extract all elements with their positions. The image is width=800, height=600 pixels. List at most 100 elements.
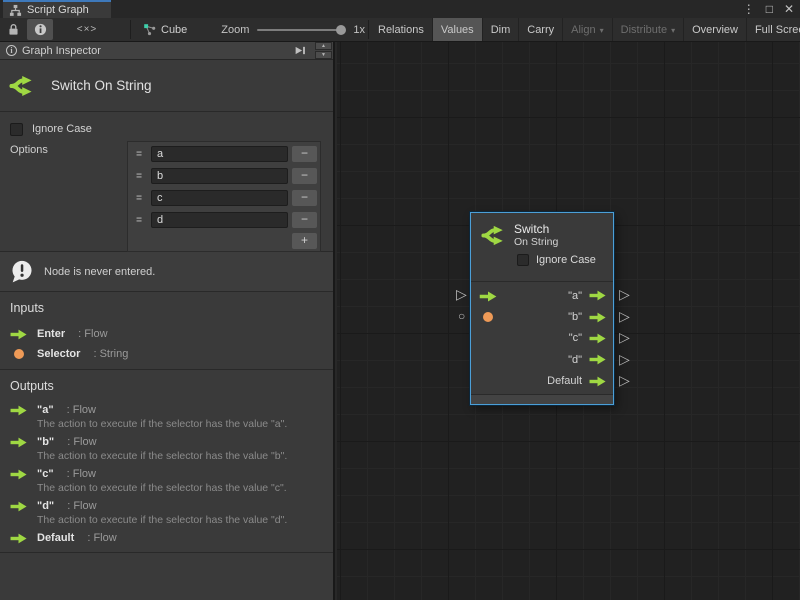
port-name: "d" <box>37 500 54 512</box>
flow-arrow-icon[interactable] <box>589 376 606 387</box>
graph-inspector-header: i Graph Inspector ▲ ▼ <box>0 42 333 60</box>
port-type: Flow <box>73 404 96 416</box>
values-button[interactable]: Values <box>433 18 483 41</box>
overview-label: Overview <box>692 24 738 36</box>
port-label: "b" <box>568 311 582 323</box>
port-name: Selector <box>37 348 80 360</box>
options-list-footer: + <box>129 231 319 250</box>
port-description: The action to execute if the selector ha… <box>37 514 333 526</box>
input-port-row: Selector : String <box>10 344 333 364</box>
flow-arrow-icon <box>479 291 497 302</box>
align-label: Align <box>571 24 595 36</box>
warning-text: Node is never entered. <box>44 266 155 278</box>
option-input[interactable] <box>151 146 288 162</box>
outer-output-port-b[interactable]: ▷ <box>619 309 630 323</box>
graph-owner-button[interactable]: Cube <box>133 18 197 41</box>
lock-button[interactable] <box>0 18 26 41</box>
drag-handle-icon[interactable]: = <box>131 149 147 160</box>
node-output-row-default[interactable]: Default <box>471 371 606 392</box>
option-input[interactable] <box>151 168 288 184</box>
panel-footer <box>0 553 333 600</box>
toolbar-left-group: <×> <box>0 18 120 41</box>
remove-option-button[interactable]: − <box>292 212 317 228</box>
distribute-button[interactable]: Distribute▾ <box>613 18 684 41</box>
flow-arrow-icon[interactable] <box>589 354 606 365</box>
carry-button[interactable]: Carry <box>519 18 563 41</box>
graph-inspector-panel: i Graph Inspector ▲ ▼ <box>0 42 335 600</box>
zoom-control: Zoom 1x <box>221 24 365 36</box>
option-input[interactable] <box>151 190 288 206</box>
option-row: = − <box>129 143 319 165</box>
node-selector-port[interactable] <box>483 312 493 322</box>
outer-value-input-port[interactable]: ○ <box>458 309 465 323</box>
outer-output-port-d[interactable]: ▷ <box>619 352 630 366</box>
full-screen-button[interactable]: Full Screen <box>747 18 800 41</box>
dim-button[interactable]: Dim <box>483 18 520 41</box>
close-icon[interactable]: ✕ <box>784 2 794 16</box>
maximize-icon[interactable]: □ <box>766 2 773 16</box>
port-type: Flow <box>73 468 96 480</box>
inputs-section: Inputs Enter : Flow Selector : String <box>0 292 333 370</box>
values-label: Values <box>441 24 474 36</box>
graph-icon <box>9 4 22 17</box>
remove-option-button[interactable]: − <box>292 146 317 162</box>
spin-up-button[interactable]: ▲ <box>315 42 332 50</box>
add-option-button[interactable]: + <box>292 233 317 249</box>
outer-flow-input-port[interactable]: ▷ <box>456 287 467 301</box>
spin-down-button[interactable]: ▼ <box>315 51 332 59</box>
triangle-down-icon: ▼ <box>321 52 326 58</box>
warning-box: Node is never entered. <box>0 252 333 292</box>
code-preview-button[interactable]: <×> <box>54 18 120 41</box>
port-label: "d" <box>568 354 582 366</box>
ignore-case-checkbox[interactable] <box>10 123 23 136</box>
node-output-row-d[interactable]: "d" <box>471 349 606 370</box>
port-separator: : <box>75 328 84 340</box>
dock-panel-button[interactable] <box>290 43 310 59</box>
drag-handle-icon[interactable]: = <box>131 171 147 182</box>
unit-options-block: Ignore Case Options = − = − <box>0 112 333 252</box>
toolbar-separator <box>130 20 131 39</box>
node-footer <box>471 394 613 404</box>
triangle-up-icon: ▲ <box>321 43 326 49</box>
tab-script-graph[interactable]: Script Graph <box>3 0 111 18</box>
zoom-slider-knob[interactable] <box>336 25 346 35</box>
flow-arrow-icon[interactable] <box>589 290 606 301</box>
outer-output-port-c[interactable]: ▷ <box>619 330 630 344</box>
node-subtitle: On String <box>514 236 558 249</box>
flow-arrow-icon <box>10 437 27 448</box>
inputs-header: Inputs <box>10 301 333 315</box>
overview-button[interactable]: Overview <box>684 18 747 41</box>
remove-option-button[interactable]: − <box>292 190 317 206</box>
relations-button[interactable]: Relations <box>370 18 433 41</box>
drag-handle-icon[interactable]: = <box>131 193 147 204</box>
graph-inspector-title: Graph Inspector <box>22 45 101 57</box>
relations-label: Relations <box>378 24 424 36</box>
align-button[interactable]: Align▾ <box>563 18 612 41</box>
zoom-label: Zoom <box>221 24 249 36</box>
inspector-toggle-button[interactable] <box>27 19 53 40</box>
outer-output-port-a[interactable]: ▷ <box>619 287 630 301</box>
outer-output-port-default[interactable]: ▷ <box>619 373 630 387</box>
flow-arrow-icon[interactable] <box>589 312 606 323</box>
option-input[interactable] <box>151 212 288 228</box>
port-description: The action to execute if the selector ha… <box>37 482 333 494</box>
node-header: Switch On String Ignore Case <box>471 213 613 281</box>
switch-icon <box>480 222 507 249</box>
node-enter-port[interactable] <box>479 291 497 305</box>
graph-canvas[interactable]: ▷ ○ ▷ ▷ ▷ ▷ ▷ Switch <box>337 42 800 600</box>
ignore-case-checkbox[interactable] <box>517 254 529 266</box>
code-icon: <×> <box>77 24 98 35</box>
unity-visual-scripting-window: Script Graph ⋮ □ ✕ <box>0 0 800 600</box>
ignore-case-row: Ignore Case <box>10 119 321 139</box>
flow-arrow-icon <box>10 405 27 416</box>
port-label: "c" <box>569 332 582 344</box>
port-label: Default <box>547 375 582 387</box>
window-menu-icon[interactable]: ⋮ <box>743 2 755 16</box>
remove-option-button[interactable]: − <box>292 168 317 184</box>
drag-handle-icon[interactable]: = <box>131 215 147 226</box>
node-output-row-c[interactable]: "c" <box>471 328 606 349</box>
output-port-item: "b" : Flow The action to execute if the … <box>10 434 333 462</box>
zoom-slider[interactable] <box>257 29 345 31</box>
flow-arrow-icon[interactable] <box>589 333 606 344</box>
switch-on-string-node[interactable]: Switch On String Ignore Case "a" "b" <box>470 212 614 405</box>
